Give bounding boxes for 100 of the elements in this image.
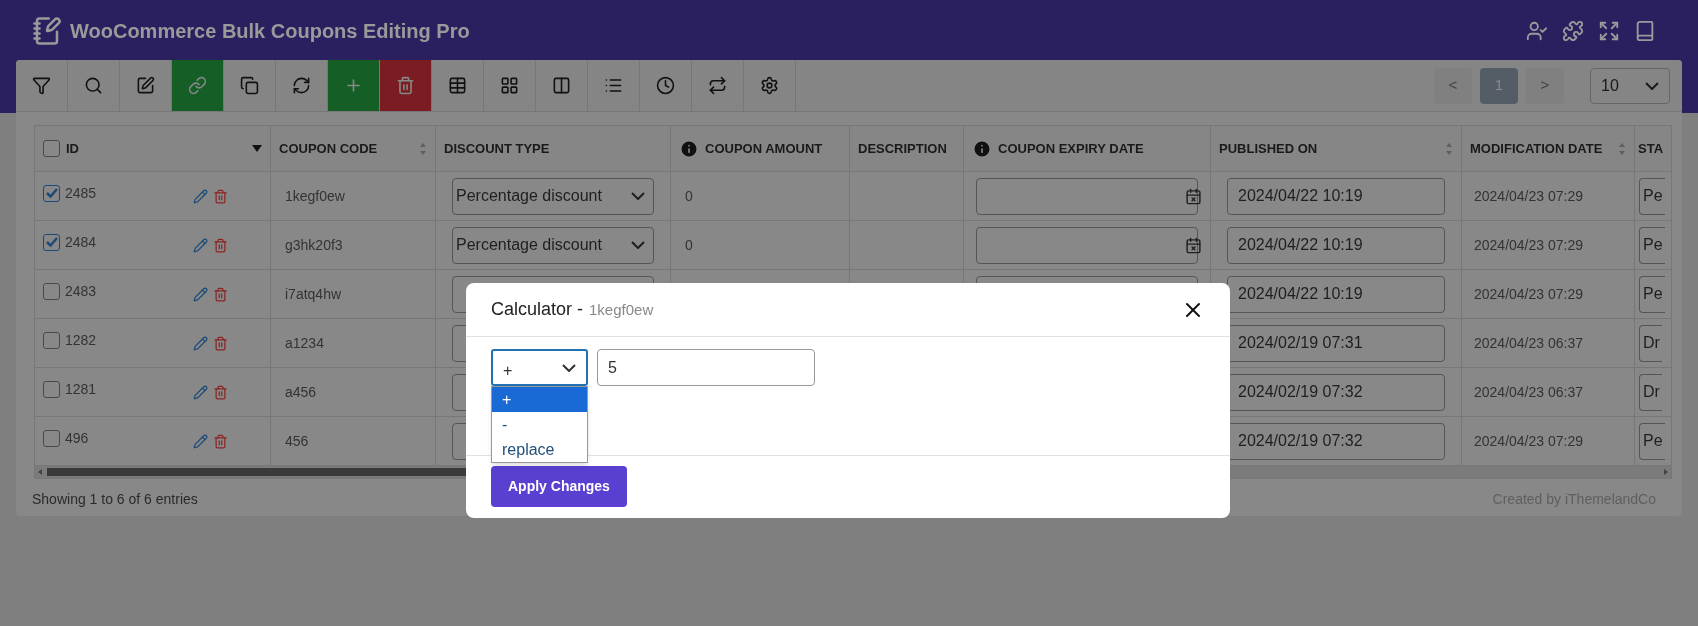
sort-icon[interactable]	[1445, 141, 1453, 156]
checkbox[interactable]	[43, 380, 60, 398]
coupon-code-cell-text: i7atq4hw	[285, 284, 342, 304]
published-date-field[interactable]: 2024/04/22 10:19	[1227, 226, 1445, 264]
copy-icon	[240, 76, 259, 95]
checkbox[interactable]	[43, 429, 60, 447]
id-cell-text: 496	[65, 428, 89, 448]
discount-type-select[interactable]: Percentage discount	[452, 226, 654, 264]
info-icon[interactable]	[972, 138, 992, 159]
columns-icon	[552, 76, 571, 95]
pencil-icon[interactable]	[193, 384, 208, 400]
trash-icon[interactable]	[213, 286, 228, 302]
id-cell-text: 1281	[65, 379, 97, 399]
app-title: WooCommerce Bulk Coupons Editing Pro	[70, 19, 470, 44]
swap-icon	[708, 76, 727, 95]
id-cell-text: 1282	[65, 330, 97, 350]
link-icon	[188, 76, 207, 95]
expiry-date-field[interactable]	[976, 177, 1198, 215]
id-cell-text: 2485	[65, 183, 97, 203]
sort-icon[interactable]	[1618, 141, 1626, 156]
chevron-down-icon	[631, 241, 645, 249]
checkbox[interactable]	[43, 140, 60, 157]
chevron-down-icon	[562, 363, 576, 372]
status-select[interactable]: Pe	[1639, 275, 1665, 313]
table-icon	[448, 76, 467, 95]
expand-icon[interactable]	[1598, 20, 1620, 42]
check-icon	[45, 188, 58, 198]
column-header: DESCRIPTION	[858, 139, 947, 158]
expiry-date-field[interactable]	[976, 226, 1198, 264]
amount-input[interactable]: 5	[597, 349, 815, 386]
status-select[interactable]: Pe	[1639, 226, 1665, 264]
trash-icon	[396, 76, 415, 95]
trash-icon[interactable]	[213, 188, 228, 204]
calendar-clear-icon[interactable]	[1185, 236, 1202, 254]
column-header: COUPON EXPIRY DATE	[998, 139, 1144, 158]
column-header: STA	[1638, 139, 1664, 158]
calendar-clear-icon[interactable]	[1185, 187, 1202, 205]
refresh-icon	[292, 76, 311, 95]
search-icon	[84, 76, 103, 95]
trash-button[interactable]	[380, 60, 432, 111]
entries-summary: Showing 1 to 6 of 6 entries	[32, 490, 198, 509]
coupon-code-cell-text: g3hk20f3	[285, 235, 343, 255]
column-header: ID	[66, 139, 79, 158]
trash-icon[interactable]	[213, 237, 228, 253]
dialog-title: Calculator -	[491, 298, 584, 321]
modification-date-cell-text: 2024/04/23 06:37	[1474, 333, 1583, 353]
pencil-icon[interactable]	[193, 335, 208, 351]
column-header: COUPON AMOUNT	[705, 139, 823, 158]
trash-icon[interactable]	[213, 335, 228, 351]
filter-icon	[32, 76, 51, 95]
per-page-select[interactable]: 10	[1590, 67, 1670, 104]
user-check-icon[interactable]	[1526, 20, 1548, 42]
plus-icon	[344, 76, 363, 95]
column-header: COUPON CODE	[279, 139, 378, 158]
discount-type-select[interactable]: Percentage discount	[452, 177, 654, 215]
book-icon[interactable]	[1634, 20, 1656, 42]
coupon-code-cell-text: 456	[285, 431, 309, 451]
pencil-icon[interactable]	[193, 188, 208, 204]
clock-icon	[656, 76, 675, 95]
modification-date-cell-text: 2024/04/23 07:29	[1474, 235, 1583, 255]
coupon-code-cell-text: a456	[285, 382, 317, 402]
puzzle-icon[interactable]	[1562, 20, 1584, 42]
modification-date-cell-text: 2024/04/23 07:29	[1474, 284, 1583, 304]
sort-icon[interactable]	[419, 141, 427, 156]
dropdown-option[interactable]: -	[492, 412, 587, 437]
check-icon	[45, 237, 58, 247]
settings-icon	[760, 76, 779, 95]
edit-icon	[136, 76, 155, 95]
trash-icon[interactable]	[213, 384, 228, 400]
id-cell-text: 2483	[65, 281, 97, 301]
dropdown-option[interactable]: replace	[492, 437, 587, 462]
coupon-amount-cell-text: 0	[685, 186, 693, 206]
logo-icon	[32, 16, 62, 46]
column-header: MODIFICATION DATE	[1470, 139, 1603, 158]
info-icon[interactable]	[679, 138, 699, 159]
coupon-amount-cell-text: 0	[685, 235, 693, 255]
apply-changes-button[interactable]: Apply Changes	[491, 466, 627, 507]
id-cell-text: 2484	[65, 232, 97, 252]
chevron-down-icon	[1645, 81, 1659, 90]
checkbox[interactable]	[43, 282, 60, 300]
checkbox[interactable]	[43, 184, 60, 202]
list-icon	[604, 76, 623, 95]
trash-icon[interactable]	[213, 433, 228, 449]
operator-select[interactable]: +	[491, 349, 588, 386]
coupon-code-cell-text: 1kegf0ew	[285, 186, 345, 206]
dropdown-option[interactable]: +	[492, 387, 587, 412]
checkbox[interactable]	[43, 233, 60, 251]
pencil-icon[interactable]	[193, 237, 208, 253]
pencil-icon[interactable]	[193, 433, 208, 449]
modification-date-cell-text: 2024/04/23 06:37	[1474, 382, 1583, 402]
pencil-icon[interactable]	[193, 286, 208, 302]
published-date-field[interactable]: 2024/04/22 10:19	[1227, 177, 1445, 215]
status-select[interactable]: Pe	[1639, 422, 1665, 460]
checkbox[interactable]	[43, 331, 60, 349]
status-select[interactable]: Dr	[1639, 373, 1662, 411]
column-header: DISCOUNT TYPE	[444, 139, 550, 158]
column-header: PUBLISHED ON	[1219, 139, 1318, 158]
caret-icon[interactable]	[252, 144, 262, 153]
status-select[interactable]: Dr	[1639, 324, 1662, 362]
status-select[interactable]: Pe	[1639, 177, 1665, 215]
